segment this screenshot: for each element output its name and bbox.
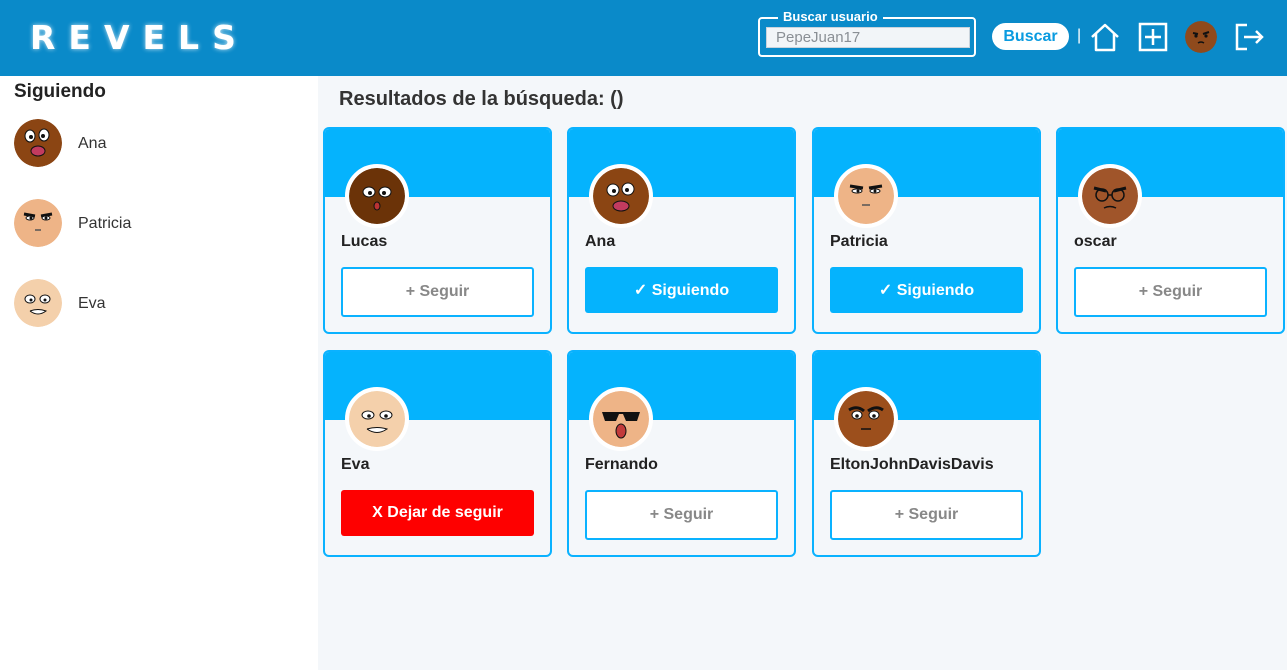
- search-input[interactable]: [766, 27, 970, 48]
- card-username: Eva: [341, 456, 370, 473]
- user-card-fernando: Fernando + Seguir: [567, 350, 796, 557]
- follow-button[interactable]: + Seguir: [1074, 267, 1267, 317]
- card-username: Patricia: [830, 233, 888, 250]
- card-username: EltonJohnDavisDavis: [830, 456, 994, 473]
- avatar[interactable]: [345, 164, 409, 228]
- user-card-patricia: Patricia ✓ Siguiendo: [812, 127, 1041, 334]
- following-sidebar: Siguiendo Ana Patricia Eva: [0, 76, 318, 670]
- user-card-eva: Eva X Dejar de seguir: [323, 350, 552, 557]
- following-item-patricia[interactable]: Patricia: [14, 199, 294, 249]
- home-icon[interactable]: [1089, 21, 1121, 53]
- top-bar: REVELS Buscar usuario Buscar |: [0, 0, 1287, 76]
- avatar[interactable]: [589, 387, 653, 451]
- add-square-icon[interactable]: [1137, 21, 1169, 53]
- search-button[interactable]: Buscar: [992, 23, 1069, 50]
- avatar[interactable]: [589, 164, 653, 228]
- user-card-oscar: oscar + Seguir: [1056, 127, 1285, 334]
- user-card-lucas: Lucas + Seguir: [323, 127, 552, 334]
- unfollow-button[interactable]: X Dejar de seguir: [341, 490, 534, 536]
- user-card-ana: Ana ✓ Siguiendo: [567, 127, 796, 334]
- following-name: Ana: [78, 135, 107, 152]
- user-avatar[interactable]: [1185, 21, 1217, 53]
- card-username: Ana: [585, 233, 616, 250]
- following-item-eva[interactable]: Eva: [14, 279, 294, 329]
- search-group: Buscar usuario: [758, 9, 976, 57]
- results-title: Resultados de la búsqueda: (): [339, 88, 624, 110]
- avatar[interactable]: [834, 164, 898, 228]
- user-card-eltonjohndavisdavis: EltonJohnDavisDavis + Seguir: [812, 350, 1041, 557]
- avatar[interactable]: [1078, 164, 1142, 228]
- avatar[interactable]: [345, 387, 409, 451]
- card-username: Fernando: [585, 456, 658, 473]
- logout-icon[interactable]: [1233, 21, 1265, 53]
- follow-button[interactable]: + Seguir: [341, 267, 534, 317]
- follow-button[interactable]: + Seguir: [585, 490, 778, 540]
- following-button[interactable]: ✓ Siguiendo: [830, 267, 1023, 313]
- card-username: Lucas: [341, 233, 388, 250]
- following-item-ana[interactable]: Ana: [14, 119, 294, 169]
- following-name: Patricia: [78, 215, 132, 232]
- sidebar-title: Siguiendo: [14, 81, 106, 102]
- avatar: [14, 279, 62, 327]
- search-label: Buscar usuario: [778, 9, 883, 25]
- avatar: [14, 119, 62, 167]
- following-name: Eva: [78, 295, 106, 312]
- app-logo[interactable]: REVELS: [30, 18, 249, 57]
- following-button[interactable]: ✓ Siguiendo: [585, 267, 778, 313]
- card-username: oscar: [1074, 233, 1117, 250]
- avatar: [14, 199, 62, 247]
- divider: |: [1077, 27, 1082, 44]
- avatar[interactable]: [834, 387, 898, 451]
- follow-button[interactable]: + Seguir: [830, 490, 1023, 540]
